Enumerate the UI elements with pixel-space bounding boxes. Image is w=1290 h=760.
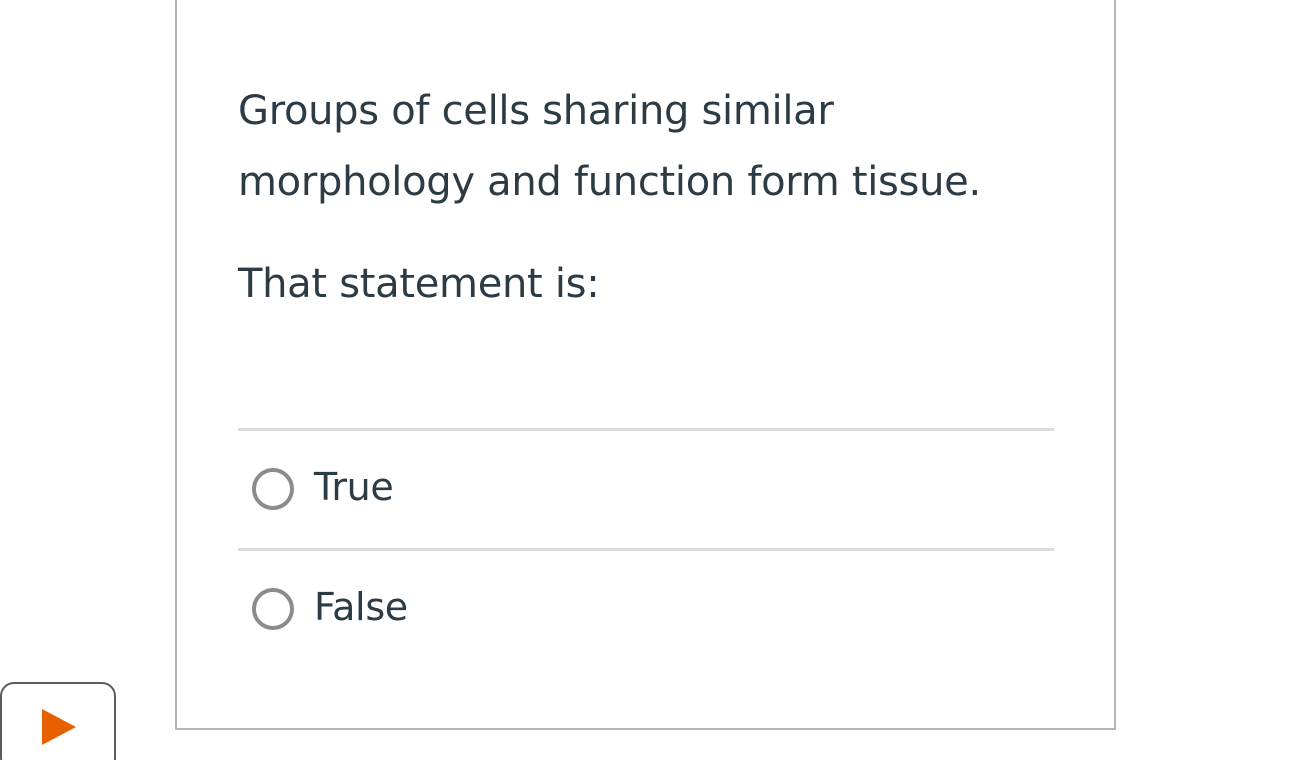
answer-option-true[interactable]: True — [238, 428, 1054, 548]
quiz-stage: Groups of cells sharing similar morpholo… — [0, 0, 1290, 760]
question-card: Groups of cells sharing similar morpholo… — [175, 0, 1116, 730]
question-text: Groups of cells sharing similar morpholo… — [238, 88, 981, 205]
radio-true[interactable] — [252, 468, 294, 510]
play-icon — [42, 709, 76, 745]
answer-option-false[interactable]: False — [238, 548, 1054, 668]
question-prompt: That statement is: — [238, 261, 600, 307]
answer-label-false[interactable]: False — [314, 579, 408, 635]
next-button[interactable] — [0, 682, 116, 760]
answer-list: True False — [238, 428, 1054, 668]
radio-false[interactable] — [252, 588, 294, 630]
answer-label-true[interactable]: True — [314, 459, 394, 515]
